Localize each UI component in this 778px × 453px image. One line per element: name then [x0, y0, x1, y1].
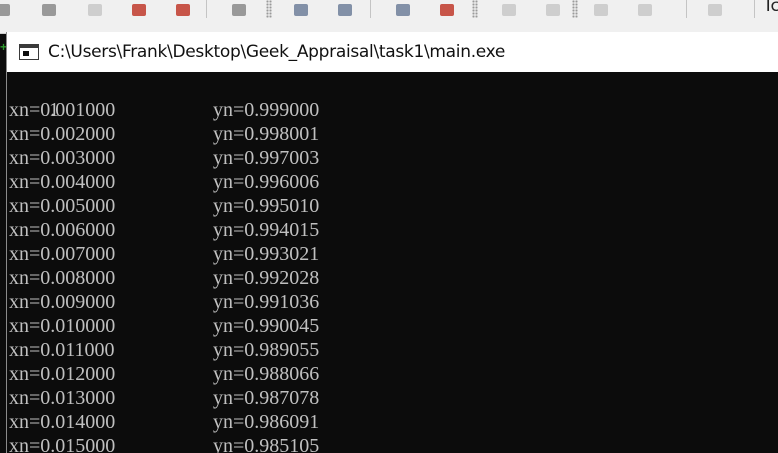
- compile-icon[interactable]: [128, 0, 150, 16]
- yn-value: yn=0.988066: [213, 363, 320, 385]
- yn-value: yn=0.997003: [213, 147, 320, 169]
- xn-value: xn=0.007000: [9, 243, 116, 265]
- step-icon[interactable]: [436, 0, 458, 16]
- yn-value: yn=0.998001: [213, 123, 320, 145]
- close-file-icon[interactable]: [84, 0, 106, 16]
- print-icon-glyph: [232, 4, 246, 16]
- find-icon[interactable]: [290, 0, 312, 16]
- compile-icon-glyph: [132, 4, 146, 16]
- console-window[interactable]: C:\Users\Frank\Desktop\Geek_Appraisal\ta…: [6, 32, 778, 453]
- xn-value: xn=0.002000: [9, 123, 116, 145]
- paste-icon-glyph: [638, 4, 652, 16]
- yn-value: yn=0.992028: [213, 267, 320, 289]
- yn-value: yn=0.996006: [213, 171, 320, 193]
- toolbar-grip: [266, 0, 272, 18]
- xn-value: xn=0.013000: [9, 387, 116, 409]
- redo-icon-glyph: [546, 4, 560, 16]
- console-first-line: 1: [9, 74, 59, 121]
- xn-value: xn=0.004000: [9, 171, 116, 193]
- undo-icon[interactable]: [498, 0, 520, 16]
- save-all-icon[interactable]: [38, 0, 60, 16]
- yn-value: yn=0.994015: [213, 219, 320, 241]
- find-in-files-icon[interactable]: [334, 0, 356, 16]
- bookmark-icon-glyph: [396, 4, 410, 16]
- toolbar-divider: [686, 0, 687, 18]
- yn-value: yn=0.990045: [213, 315, 320, 337]
- window-title: C:\Users\Frank\Desktop\Geek_Appraisal\ta…: [48, 42, 506, 62]
- xn-value: xn=0.006000: [9, 219, 116, 241]
- step-icon-glyph: [440, 4, 454, 16]
- copy-icon-glyph: [594, 4, 608, 16]
- save-icon[interactable]: [0, 0, 14, 16]
- undo-icon-glyph: [502, 4, 516, 16]
- yn-value: yn=0.986091: [213, 411, 320, 433]
- title-bar[interactable]: C:\Users\Frank\Desktop\Geek_Appraisal\ta…: [7, 32, 778, 72]
- save-all-icon-glyph: [42, 4, 56, 16]
- find-icon-glyph: [294, 4, 308, 16]
- run-icon-glyph: [176, 4, 190, 16]
- xn-value: xn=0.014000: [9, 411, 116, 433]
- toolbar-divider: [206, 0, 207, 18]
- xn-value: xn=0.010000: [9, 315, 116, 337]
- toolbar-grip: [472, 0, 478, 18]
- screen: Tc + C:\Users\Frank\Desktop\Geek_Apprais…: [0, 0, 778, 453]
- bookmark-icon[interactable]: [392, 0, 414, 16]
- stop-icon-glyph: [708, 4, 722, 16]
- close-file-icon-glyph: [88, 4, 102, 16]
- print-icon[interactable]: [228, 0, 250, 16]
- xn-value: xn=0.005000: [9, 195, 116, 217]
- xn-value: xn=0.008000: [9, 267, 116, 289]
- background-ide-toolbar: Tc: [0, 0, 778, 34]
- yn-value: yn=0.993021: [213, 243, 320, 265]
- redo-icon[interactable]: [542, 0, 564, 16]
- yn-value: yn=0.995010: [213, 195, 320, 217]
- toolbar-edge-text: Tc: [763, 0, 778, 16]
- xn-value: xn=0.001000: [9, 99, 116, 121]
- xn-value: xn=0.003000: [9, 147, 116, 169]
- stop-icon[interactable]: [704, 0, 726, 16]
- console-output[interactable]: 1 xn=0.001000 yn=0.999000 xn=0.002000 yn=0.…: [7, 72, 778, 453]
- paste-icon[interactable]: [634, 0, 656, 16]
- xn-value: xn=0.009000: [9, 291, 116, 313]
- xn-value: xn=0.015000: [9, 435, 116, 453]
- yn-value: yn=0.991036: [213, 291, 320, 313]
- toolbar-divider: [370, 0, 371, 18]
- yn-value: yn=0.985105: [213, 435, 320, 453]
- yn-value: yn=0.989055: [213, 339, 320, 361]
- xn-value: xn=0.011000: [9, 339, 115, 361]
- save-icon-glyph: [0, 4, 10, 16]
- yn-value: yn=0.987078: [213, 387, 320, 409]
- xn-value: xn=0.012000: [9, 363, 116, 385]
- run-icon[interactable]: [172, 0, 194, 16]
- copy-icon[interactable]: [590, 0, 612, 16]
- toolbar-divider: [754, 0, 755, 18]
- yn-value: yn=0.999000: [213, 99, 320, 121]
- toolbar-grip: [572, 0, 578, 18]
- find-in-files-icon-glyph: [338, 4, 352, 16]
- console-app-icon[interactable]: [19, 44, 39, 60]
